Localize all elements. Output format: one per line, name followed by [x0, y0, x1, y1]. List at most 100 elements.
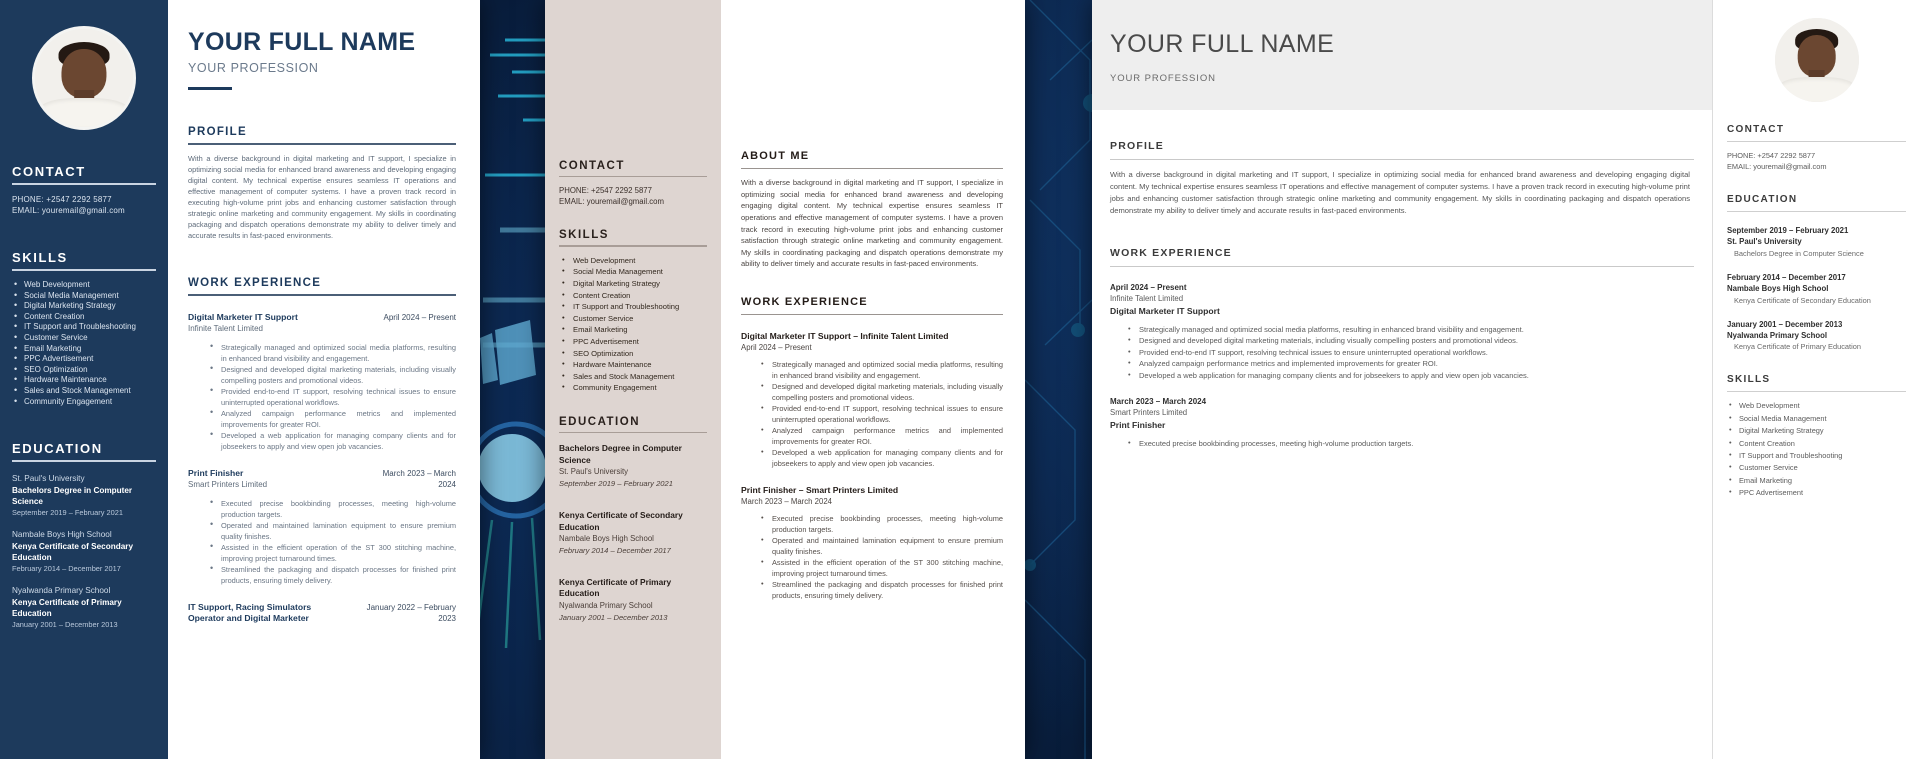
email-text: EMAIL: youremail@gmail.com	[1727, 162, 1827, 171]
job-entry: March 2023 – March 2024 Smart Printers L…	[1110, 397, 1690, 449]
list-item: Web Development	[1727, 399, 1906, 412]
list-item: Content Creation	[559, 289, 707, 302]
job-bullets: Strategically managed and optimized soci…	[761, 358, 1003, 469]
divider	[12, 269, 156, 271]
degree-name: Kenya Certificate of Secondary Education	[1734, 295, 1871, 305]
profile-text: With a diverse background in digital mar…	[1110, 170, 1690, 215]
resume-template-2[interactable]: CONTACT PHONE: +2547 2292 5877 EMAIL: yo…	[545, 0, 1025, 759]
school-name: Nambale Boys High School	[559, 534, 654, 544]
divider	[741, 168, 1003, 170]
job-company: Smart Printers Limited	[1110, 408, 1188, 418]
avatar	[32, 26, 136, 130]
job-title: Digital Marketer IT Support	[188, 311, 298, 322]
list-item: IT Support and Troubleshooting	[559, 300, 707, 313]
school-name: Nyalwanda Primary School	[12, 586, 111, 596]
degree-name: Kenya Certificate of Secondary Education	[12, 542, 134, 563]
job-title: Print Finisher	[1110, 420, 1166, 431]
divider	[559, 176, 707, 178]
accent-dash	[188, 87, 232, 90]
resume-template-1[interactable]: CONTACT PHONE: +2547 2292 5877 EMAIL: yo…	[0, 0, 480, 759]
list-item: Web Development	[12, 279, 156, 291]
list-item: Assisted in the efficient operation of t…	[210, 541, 456, 564]
job-company: Infinite Talent Limited	[188, 324, 264, 334]
work-heading: WORK EXPERIENCE	[1110, 247, 1232, 259]
list-item: Digital Marketing Strategy	[559, 277, 707, 290]
list-item: Strategically managed and optimized soci…	[1128, 323, 1690, 335]
list-item: Developed a web application for managing…	[761, 446, 1003, 469]
list-item: Social Media Management	[559, 265, 707, 278]
education-date: September 2019 – February 2021	[1727, 226, 1849, 235]
work-heading: WORK EXPERIENCE	[188, 277, 322, 290]
profile-heading: PROFILE	[188, 126, 247, 138]
education-entry: Nambale Boys High School Kenya Certifica…	[12, 529, 156, 574]
resume-template-3[interactable]: YOUR FULL NAME YOUR PROFESSION PROFILE W…	[1092, 0, 1920, 759]
education-date: January 2001 – December 2013	[1727, 319, 1843, 329]
resume1-sidebar: CONTACT PHONE: +2547 2292 5877 EMAIL: yo…	[0, 0, 168, 759]
list-item: Analyzed campaign performance metrics an…	[210, 407, 456, 430]
education-entry: St. Paul's University Bachelors Degree i…	[12, 473, 156, 518]
divider	[559, 431, 707, 434]
list-item: Executed precise bookbinding processes, …	[1128, 437, 1690, 449]
education-entry: Bachelors Degree in Computer Science St.…	[559, 443, 707, 490]
degree-name: Kenya Certificate of Primary Education	[559, 576, 672, 599]
list-item: Developed a web application for managing…	[1128, 369, 1690, 381]
degree-name: Bachelors Degree in Computer Science	[12, 486, 133, 507]
skills-list: Web Development Social Media Management …	[559, 254, 707, 394]
list-item: Assisted in the efficient operation of t…	[761, 556, 1003, 579]
education-date: January 2001 – December 2013	[559, 612, 668, 622]
school-name: Nyalwanda Primary School	[559, 601, 653, 611]
divider	[188, 143, 456, 145]
page-title: YOUR FULL NAME	[188, 28, 416, 56]
list-item: Designed and developed digital marketing…	[210, 363, 456, 386]
resume3-sidebar: CONTACT PHONE: +2547 2292 5877 EMAIL: yo…	[1712, 0, 1920, 759]
profile-text: With a diverse background in digital mar…	[188, 153, 456, 241]
skills-list: Web Development Social Media Management …	[1727, 399, 1906, 499]
list-item: Digital Marketing Strategy	[12, 300, 156, 312]
page-title: YOUR FULL NAME	[1110, 30, 1335, 58]
list-item: Hardware Maintenance	[559, 358, 707, 371]
degree-name: Kenya Certificate of Primary Education	[12, 598, 122, 619]
job-date: March 2023 – March 2024	[382, 468, 456, 490]
job-bullets: Executed precise bookbinding processes, …	[210, 497, 456, 586]
phone-text: PHONE: +2547 2292 5877	[559, 186, 652, 196]
skills-heading: SKILLS	[559, 229, 609, 242]
list-item: Digital Marketing Strategy	[1727, 424, 1906, 437]
list-item: Community Engagement	[559, 381, 707, 394]
phone-text: PHONE: +2547 2292 5877	[1727, 151, 1816, 160]
contact-heading: CONTACT	[12, 164, 86, 179]
education-entry: Kenya Certificate of Primary Education N…	[559, 577, 707, 624]
list-item: Customer Service	[1727, 461, 1906, 474]
education-heading: EDUCATION	[1727, 194, 1798, 205]
divider	[1727, 211, 1906, 212]
resume3-header-banner: YOUR FULL NAME YOUR PROFESSION	[1092, 0, 1712, 110]
list-item: Analyzed campaign performance metrics an…	[761, 424, 1003, 447]
list-item: Streamlined the packaging and dispatch p…	[210, 563, 456, 586]
profession-subtitle: YOUR PROFESSION	[188, 61, 319, 75]
list-item: Social Media Management	[1727, 412, 1906, 425]
school-name: St. Paul's University	[12, 474, 85, 484]
list-item: Designed and developed digital marketing…	[1128, 334, 1690, 346]
list-item: Community Engagement	[12, 396, 156, 408]
degree-name: Bachelors Degree in Computer Science	[559, 443, 682, 465]
list-item: Social Media Management	[12, 290, 156, 302]
education-date: February 2014 – December 2017	[559, 545, 671, 555]
school-name: Nyalwanda Primary School	[1727, 331, 1828, 341]
job-bullets: Executed precise bookbinding processes, …	[1128, 437, 1690, 449]
resume2-sidebar: CONTACT PHONE: +2547 2292 5877 EMAIL: yo…	[545, 0, 721, 759]
profession-subtitle: YOUR PROFESSION	[1110, 73, 1216, 84]
skills-list: Web Development Social Media Management …	[12, 279, 156, 408]
divider	[12, 183, 156, 185]
resume2-main: ABOUT ME With a diverse background in di…	[721, 0, 1025, 759]
education-heading: EDUCATION	[559, 415, 641, 428]
school-name: Nambale Boys High School	[1727, 284, 1829, 294]
job-entry: Print Finisher Smart Printers Limited Ma…	[188, 468, 456, 491]
list-item: Email Marketing	[12, 343, 156, 355]
job-date: March 2023 – March 2024	[741, 497, 833, 507]
job-title: Digital Marketer IT Support	[1110, 306, 1220, 316]
about-text: With a diverse background in digital mar…	[741, 178, 1003, 269]
list-item: Developed a web application for managing…	[210, 429, 456, 452]
job-entry: April 2024 – Present Infinite Talent Lim…	[1110, 283, 1690, 381]
list-item: IT Support and Troubleshooting	[1727, 449, 1906, 462]
email-text: EMAIL: youremail@gmail.com	[12, 206, 125, 215]
list-item: Email Marketing	[559, 323, 707, 336]
